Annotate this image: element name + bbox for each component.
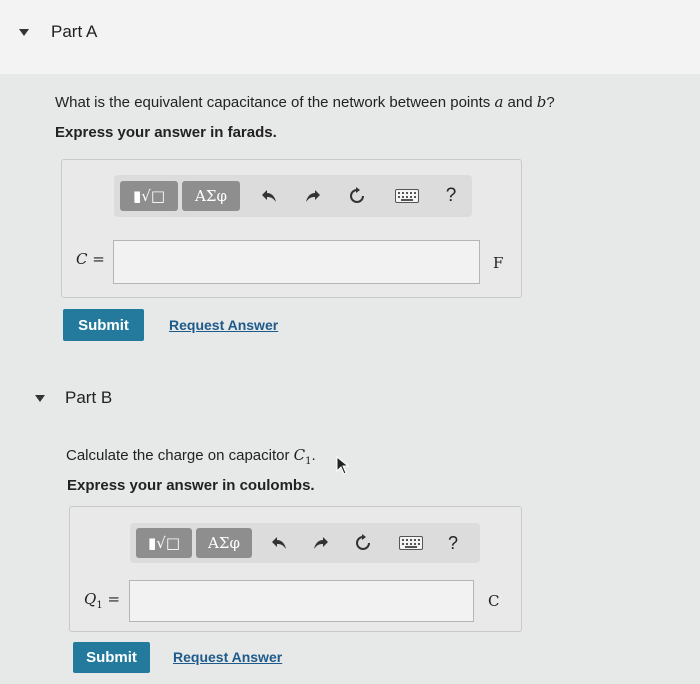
redo-icon[interactable]	[302, 185, 324, 207]
help-icon[interactable]: ?	[440, 185, 462, 207]
keyboard-icon[interactable]	[398, 532, 424, 554]
undo-icon[interactable]	[268, 532, 290, 554]
part-a-title: Part A	[51, 22, 98, 41]
undo-icon[interactable]	[258, 185, 280, 207]
part-b-equation-label: Q1 =	[84, 590, 121, 611]
greek-symbols-button[interactable]: ΑΣφ	[182, 181, 240, 211]
templates-button[interactable]: ▮√□	[120, 181, 178, 211]
part-b-answer-box: ▮√□ ΑΣφ ? Q1 = C	[69, 506, 522, 632]
reset-icon[interactable]	[352, 532, 374, 554]
part-b-math-toolbar: ▮√□ ΑΣφ ?	[130, 523, 480, 563]
part-b-instruction: Express your answer in coulombs.	[67, 477, 315, 494]
part-b-request-answer-link[interactable]: Request Answer	[173, 649, 282, 665]
part-a-submit-button[interactable]: Submit	[63, 309, 144, 341]
part-a-unit: F	[493, 254, 504, 272]
keyboard-icon[interactable]	[394, 185, 420, 207]
part-a-math-toolbar: ▮√□ ΑΣφ ?	[114, 175, 472, 217]
part-b-question: Calculate the charge on capacitor C1.	[66, 446, 316, 467]
part-a-answer-input[interactable]	[113, 240, 480, 284]
greek-symbols-button[interactable]: ΑΣφ	[196, 528, 252, 558]
part-a-request-answer-link[interactable]: Request Answer	[169, 317, 278, 333]
part-b-unit: C	[488, 592, 500, 610]
part-a-instruction: Express your answer in farads.	[55, 124, 277, 141]
templates-button[interactable]: ▮√□	[136, 528, 192, 558]
part-a-answer-box: ▮√□ ΑΣφ ? C = F	[61, 159, 522, 298]
part-b-submit-button[interactable]: Submit	[73, 642, 150, 673]
part-b-answer-input[interactable]	[129, 580, 474, 622]
redo-icon[interactable]	[310, 532, 332, 554]
part-a-equation-label: C =	[76, 250, 105, 268]
caret-down-icon[interactable]	[19, 28, 29, 36]
help-icon[interactable]: ?	[442, 532, 464, 554]
part-b-title: Part B	[65, 388, 113, 407]
caret-down-icon[interactable]	[35, 394, 45, 402]
part-a-question: What is the equivalent capacitance of th…	[55, 93, 555, 111]
part-b-header[interactable]: Part B	[0, 388, 700, 408]
part-a-header[interactable]: Part A	[0, 22, 700, 42]
mouse-cursor-icon	[336, 456, 350, 476]
reset-icon[interactable]	[346, 185, 368, 207]
